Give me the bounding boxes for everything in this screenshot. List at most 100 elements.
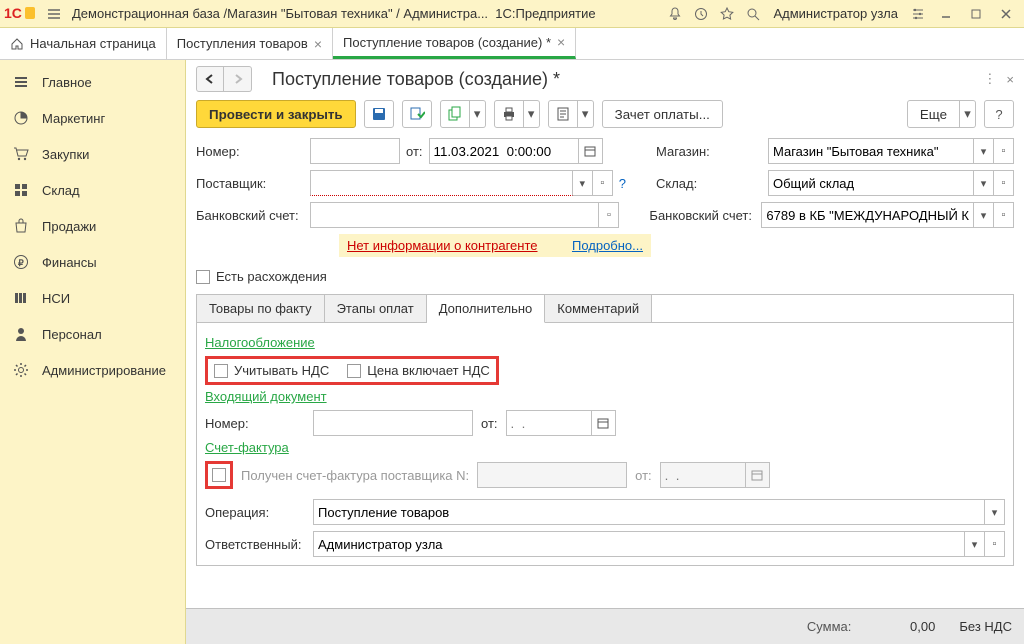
chevron-down-icon[interactable]: ▾ bbox=[573, 170, 593, 196]
contractor-info-bar: Нет информации о контрагенте Подробно... bbox=[339, 234, 651, 257]
details-link[interactable]: Подробно... bbox=[572, 238, 643, 253]
warehouse-select[interactable]: Общий склад bbox=[768, 170, 974, 196]
print-dropdown[interactable]: ▾ bbox=[524, 100, 540, 128]
sidebar-item-purchases[interactable]: Закупки bbox=[0, 136, 185, 172]
reports-button[interactable] bbox=[548, 100, 578, 128]
chevron-down-icon[interactable]: ▾ bbox=[974, 202, 994, 228]
number-label: Номер: bbox=[196, 144, 304, 159]
vat-included-checkbox[interactable] bbox=[347, 364, 361, 378]
ruble-icon: ₽ bbox=[12, 253, 30, 271]
forward-button[interactable] bbox=[224, 66, 252, 92]
post-and-close-button[interactable]: Провести и закрыть bbox=[196, 100, 356, 128]
titlebar: 1С Демонстрационная база /Магазин "Бытов… bbox=[0, 0, 1024, 28]
close-page-icon[interactable]: × bbox=[1006, 72, 1014, 87]
gear-icon bbox=[12, 361, 30, 379]
post-button[interactable] bbox=[402, 100, 432, 128]
sidebar-item-admin[interactable]: Администрирование bbox=[0, 352, 185, 388]
group-incoming-doc: Входящий документ bbox=[205, 389, 1005, 404]
more-dropdown[interactable]: ▾ bbox=[960, 100, 976, 128]
group-invoice: Счет-фактура bbox=[205, 440, 1005, 455]
sidebar-item-label: Администрирование bbox=[42, 363, 166, 378]
tab-home[interactable]: Начальная страница bbox=[0, 28, 167, 59]
sidebar-item-personnel[interactable]: Персонал bbox=[0, 316, 185, 352]
open-ref-icon[interactable]: ▫ bbox=[994, 138, 1014, 164]
tab-new-receipt[interactable]: Поступление товаров (создание) * × bbox=[333, 28, 576, 59]
person-icon bbox=[12, 325, 30, 343]
home-icon bbox=[10, 37, 24, 51]
chevron-down-icon[interactable]: ▾ bbox=[965, 531, 985, 557]
open-ref-icon[interactable]: ▫ bbox=[593, 170, 613, 196]
bank-label: Банковский счет: bbox=[196, 208, 304, 223]
back-button[interactable] bbox=[196, 66, 224, 92]
responsible-label: Ответственный: bbox=[205, 537, 305, 552]
calendar-icon bbox=[746, 462, 770, 488]
open-ref-icon[interactable]: ▫ bbox=[599, 202, 619, 228]
maximize-button[interactable] bbox=[962, 2, 990, 26]
history-icon[interactable] bbox=[689, 2, 713, 26]
warehouse-label: Склад: bbox=[656, 176, 762, 191]
open-ref-icon[interactable]: ▫ bbox=[994, 202, 1014, 228]
based-on-dropdown[interactable]: ▾ bbox=[470, 100, 486, 128]
close-icon[interactable]: × bbox=[314, 36, 322, 52]
calendar-icon[interactable] bbox=[592, 410, 616, 436]
help-icon[interactable]: ? bbox=[619, 176, 626, 191]
grid-icon bbox=[12, 181, 30, 199]
inc-number-input[interactable] bbox=[313, 410, 473, 436]
more-button[interactable]: Еще bbox=[907, 100, 960, 128]
nav-tabs: Начальная страница Поступления товаров ×… bbox=[0, 28, 1024, 60]
bag-icon bbox=[12, 217, 30, 235]
search-icon[interactable] bbox=[741, 2, 765, 26]
bank2-select[interactable]: 6789 в КБ "МЕЖДУНАРОДНЫЙ К bbox=[761, 202, 974, 228]
invoice-received-checkbox[interactable] bbox=[212, 468, 226, 482]
sidebar-item-main[interactable]: Главное bbox=[0, 64, 185, 100]
sidebar-item-sales[interactable]: Продажи bbox=[0, 208, 185, 244]
chevron-down-icon[interactable]: ▾ bbox=[974, 170, 994, 196]
more-menu-icon[interactable]: ⋮ bbox=[983, 71, 996, 87]
invoice-number-input bbox=[477, 462, 627, 488]
tab-additional[interactable]: Дополнительно bbox=[427, 295, 546, 323]
sidebar-item-label: Финансы bbox=[42, 255, 97, 270]
based-on-button[interactable] bbox=[440, 100, 470, 128]
chevron-down-icon[interactable]: ▾ bbox=[974, 138, 994, 164]
store-select[interactable]: Магазин "Бытовая техника" bbox=[768, 138, 974, 164]
no-contractor-info-link[interactable]: Нет информации о контрагенте bbox=[347, 238, 538, 253]
page-title: Поступление товаров (создание) * bbox=[272, 69, 983, 90]
open-ref-icon[interactable]: ▫ bbox=[985, 531, 1005, 557]
calendar-icon[interactable] bbox=[579, 138, 603, 164]
operation-select[interactable]: Поступление товаров bbox=[313, 499, 985, 525]
reports-dropdown[interactable]: ▾ bbox=[578, 100, 594, 128]
inc-date-input[interactable] bbox=[506, 410, 592, 436]
save-button[interactable] bbox=[364, 100, 394, 128]
help-button[interactable]: ? bbox=[984, 100, 1014, 128]
tab-comment[interactable]: Комментарий bbox=[545, 295, 652, 322]
responsible-select[interactable]: Администратор узла bbox=[313, 531, 965, 557]
vat-included-label: Цена включает НДС bbox=[367, 363, 490, 378]
content: Поступление товаров (создание) * ⋮ × Про… bbox=[186, 60, 1024, 644]
offset-payment-button[interactable]: Зачет оплаты... bbox=[602, 100, 723, 128]
print-button[interactable] bbox=[494, 100, 524, 128]
discrepancy-checkbox[interactable] bbox=[196, 270, 210, 284]
main-menu-icon[interactable] bbox=[42, 2, 66, 26]
bank-input[interactable] bbox=[310, 202, 599, 228]
settings-icon[interactable] bbox=[906, 2, 930, 26]
store-label: Магазин: bbox=[656, 144, 762, 159]
tab-receipts[interactable]: Поступления товаров × bbox=[167, 28, 333, 59]
minimize-button[interactable] bbox=[932, 2, 960, 26]
close-icon[interactable]: × bbox=[557, 34, 565, 50]
chevron-down-icon[interactable]: ▾ bbox=[985, 499, 1005, 525]
tab-new-receipt-label: Поступление товаров (создание) * bbox=[343, 35, 551, 50]
sidebar-item-warehouse[interactable]: Склад bbox=[0, 172, 185, 208]
number-input[interactable] bbox=[310, 138, 400, 164]
supplier-input[interactable] bbox=[310, 170, 573, 196]
sidebar-item-marketing[interactable]: Маркетинг bbox=[0, 100, 185, 136]
star-icon[interactable] bbox=[715, 2, 739, 26]
sidebar-item-finance[interactable]: ₽ Финансы bbox=[0, 244, 185, 280]
sidebar-item-nsi[interactable]: НСИ bbox=[0, 280, 185, 316]
date-input[interactable] bbox=[429, 138, 579, 164]
vat-consider-checkbox[interactable] bbox=[214, 364, 228, 378]
bell-icon[interactable] bbox=[663, 2, 687, 26]
tab-goods[interactable]: Товары по факту bbox=[197, 295, 325, 322]
open-ref-icon[interactable]: ▫ bbox=[994, 170, 1014, 196]
close-button[interactable] bbox=[992, 2, 1020, 26]
tab-payment-stages[interactable]: Этапы оплат bbox=[325, 295, 427, 322]
